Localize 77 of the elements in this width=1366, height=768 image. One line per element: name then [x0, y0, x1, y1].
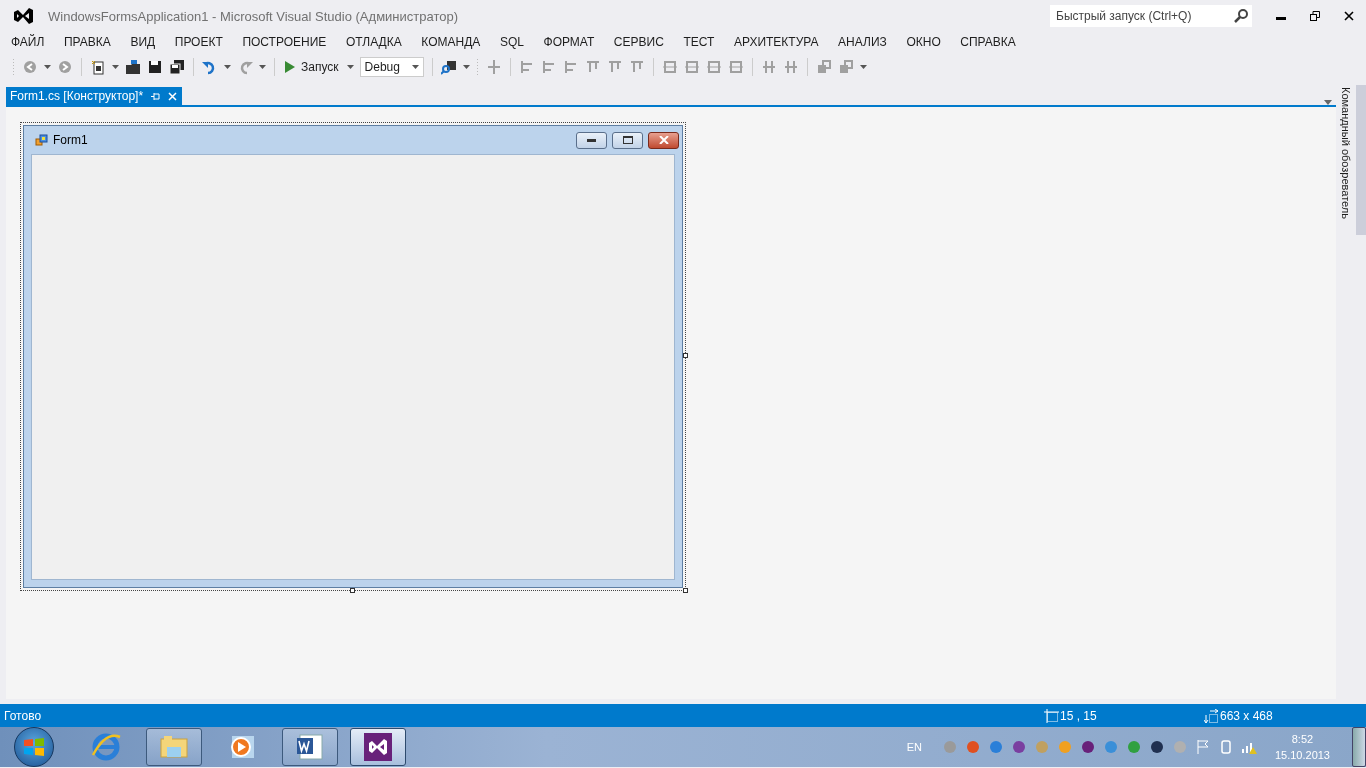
bring-to-front-icon[interactable]	[815, 59, 832, 75]
menu-item[interactable]: ПРОЕКТ	[174, 35, 223, 49]
taskbar-button[interactable]	[350, 728, 406, 766]
resize-handle[interactable]	[683, 353, 688, 358]
dropdown-arrow-icon[interactable]	[44, 65, 51, 69]
location-text: 15 , 15	[1060, 708, 1097, 723]
menu-item[interactable]: ВИД	[130, 35, 156, 49]
menu-item[interactable]: СЕРВИС	[613, 35, 664, 49]
taskbar-button[interactable]	[282, 728, 338, 766]
close-icon	[1344, 11, 1354, 21]
menu-item[interactable]: КОМАНДА	[421, 35, 481, 49]
minimize-button[interactable]	[576, 131, 607, 149]
dropdown-arrow-icon[interactable]	[859, 65, 867, 69]
form-title: Form1	[53, 133, 89, 147]
size-icon	[1204, 708, 1219, 723]
resize-handle[interactable]	[350, 588, 355, 593]
save-all-icon[interactable]	[169, 59, 185, 75]
size-text: 663 x 468	[1220, 708, 1273, 723]
tray-icon[interactable]	[1010, 739, 1027, 755]
close-icon[interactable]	[168, 91, 178, 101]
position-icon	[1044, 708, 1059, 723]
send-to-back-icon[interactable]	[837, 59, 854, 75]
clock-time: 8:52	[1291, 732, 1314, 747]
window-title: WindowsFormsApplication1 - Microsoft Visual Studio (Администратор)	[48, 8, 459, 24]
windows-logo-icon	[23, 737, 45, 757]
configuration-dropdown[interactable]: Debug	[359, 57, 424, 77]
close-button[interactable]	[648, 131, 679, 149]
menu-item[interactable]: ФОРМАТ	[543, 35, 595, 49]
tray-icon[interactable]	[1079, 739, 1096, 755]
start-button[interactable]	[14, 727, 54, 767]
dropdown-arrow-icon[interactable]	[259, 65, 266, 69]
menu-item[interactable]: АНАЛИЗ	[838, 35, 887, 49]
save-icon[interactable]	[147, 59, 163, 75]
menu-item[interactable]: ПОСТРОЕНИЕ	[242, 35, 327, 49]
browser-icon	[90, 731, 122, 763]
document-app-icon	[294, 731, 326, 763]
menu-item[interactable]: ПРАВКА	[63, 35, 111, 49]
menu-item[interactable]: ОТЛАДКА	[345, 35, 402, 49]
new-project-icon[interactable]	[90, 59, 106, 75]
find-icon[interactable]	[440, 59, 457, 75]
dropdown-arrow-icon[interactable]	[346, 65, 354, 69]
dropdown-arrow-icon[interactable]	[1324, 100, 1332, 105]
maximize-button[interactable]	[612, 131, 643, 149]
start-button[interactable]: Запуск	[283, 60, 341, 74]
menu-item[interactable]: SQL	[499, 35, 524, 49]
search-icon	[1234, 9, 1248, 23]
minimize-icon	[587, 138, 596, 142]
dropdown-arrow-icon[interactable]	[224, 65, 231, 69]
pin-icon[interactable]	[151, 91, 161, 101]
quick-launch-field[interactable]: Быстрый запуск (Ctrl+Q)	[1050, 5, 1252, 27]
menu-item[interactable]: ТЕСТ	[683, 35, 715, 49]
side-panel-tab[interactable]: Командный обозреватель	[1340, 87, 1352, 219]
resize-handle[interactable]	[683, 588, 688, 593]
open-folder-icon[interactable]	[125, 59, 141, 75]
close-icon	[658, 136, 669, 144]
taskbar-button[interactable]	[146, 728, 202, 766]
tray-icon[interactable]	[1148, 739, 1165, 755]
logo-icon	[362, 731, 394, 763]
menu-item[interactable]: ОКНО	[906, 35, 941, 49]
menu-item[interactable]: АРХИТЕКТУРА	[733, 35, 819, 49]
play-icon	[285, 61, 295, 73]
document-tab[interactable]: Form1.cs [Конструктор]*	[6, 87, 183, 105]
back-icon[interactable]	[22, 59, 38, 75]
form-window[interactable]: Form1	[23, 125, 683, 588]
menu-item[interactable]: ФАЙЛ	[11, 35, 45, 49]
status-text: Готово	[4, 708, 43, 723]
forward-icon[interactable]	[57, 59, 73, 75]
dropdown-arrow-icon[interactable]	[112, 65, 119, 69]
dropdown-arrow-icon[interactable]	[462, 65, 470, 69]
caret-icon	[411, 65, 419, 69]
show-desktop-button[interactable]	[1352, 727, 1366, 767]
maximize-icon	[622, 136, 633, 144]
logo-icon	[12, 5, 34, 27]
clock-date: 15.10.2013	[1274, 748, 1330, 763]
restore-icon	[1310, 11, 1320, 21]
menu-item[interactable]: СПРАВКА	[960, 35, 1016, 49]
form-icon	[35, 133, 48, 147]
